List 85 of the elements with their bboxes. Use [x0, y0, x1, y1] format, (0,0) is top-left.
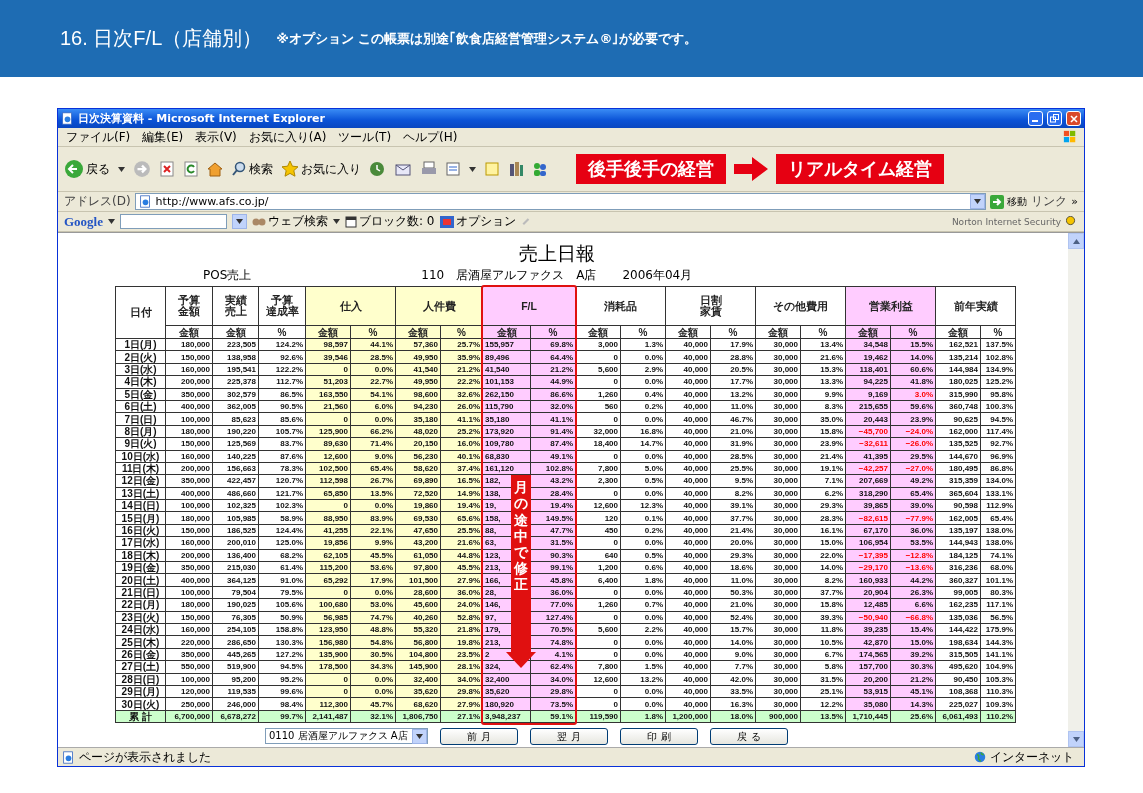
dropdown-caret-icon	[469, 166, 476, 172]
store-select[interactable]: 0110 居酒屋アルファクス A店	[265, 728, 428, 745]
report-title: 売上日報	[517, 242, 596, 266]
banner-title: 16. 日次F/L（店舗別）	[60, 26, 263, 51]
refresh-icon[interactable]	[183, 161, 199, 177]
search-icon	[231, 161, 247, 177]
close-icon	[1069, 114, 1078, 123]
nav-button[interactable]: 翌 月	[530, 728, 608, 746]
star-icon	[281, 160, 299, 178]
zone-label: インターネット	[990, 748, 1075, 766]
column-header: 日付	[115, 286, 166, 339]
dropdown-caret-icon	[416, 733, 423, 739]
dropdown-caret-icon	[118, 166, 125, 172]
column-header: 前年実績	[935, 286, 1016, 326]
column-header: F/L	[482, 286, 576, 326]
page-icon	[61, 112, 74, 125]
favorites-button[interactable]: お気に入り	[281, 160, 361, 178]
source-label: POS売上	[203, 267, 252, 284]
mail-icon[interactable]	[393, 161, 413, 177]
links-label[interactable]: リンク	[1031, 193, 1068, 210]
close-button[interactable]	[1066, 111, 1081, 126]
menu-item[interactable]: ツール(T)	[336, 128, 394, 146]
scroll-up-icon	[1072, 238, 1080, 244]
menu-item[interactable]: ヘルプ(H)	[401, 128, 460, 146]
store-label: 110 居酒屋アルファクス A店	[421, 267, 597, 284]
stop-icon[interactable]	[159, 161, 175, 177]
edit-icon[interactable]	[445, 161, 461, 177]
nav-button[interactable]: 前 月	[440, 728, 518, 746]
people-icon[interactable]	[532, 161, 548, 177]
google-search-field[interactable]	[120, 214, 227, 229]
column-header: 人件費	[395, 286, 483, 326]
restore-icon	[1050, 114, 1059, 123]
dropdown-caret-icon	[108, 219, 115, 224]
dropdown-caret-icon	[974, 199, 982, 204]
page-icon	[138, 195, 152, 208]
column-header: 予算 金額	[165, 286, 213, 326]
scrollbar[interactable]	[1068, 233, 1084, 747]
web-search-button[interactable]: ウェブ検索	[252, 213, 328, 230]
go-button[interactable]: 移動	[990, 194, 1028, 209]
google-logo[interactable]: Google	[64, 213, 103, 230]
address-label: アドレス(D)	[64, 193, 131, 210]
minimize-button[interactable]	[1028, 111, 1043, 126]
nav-button[interactable]: 戻 る	[710, 728, 788, 746]
column-header: 予算 達成率	[258, 286, 306, 326]
books-icon[interactable]	[508, 161, 524, 177]
flag-logo-icon	[1062, 130, 1078, 144]
print-icon[interactable]	[421, 161, 437, 177]
menu-item[interactable]: お気に入り(A)	[246, 128, 329, 146]
go-arrow-icon	[990, 194, 1005, 209]
month-label: 2006年04月	[622, 267, 693, 284]
callout-label: 後手後手の経営	[576, 154, 726, 184]
search-button[interactable]: 検索	[231, 160, 273, 178]
window-icon	[345, 215, 357, 228]
arrow-icon	[734, 157, 768, 181]
column-header: 消耗品	[575, 286, 666, 326]
status-message: ページが表示されました	[79, 748, 211, 766]
address-field[interactable]: http://www.afs.co.jp/	[134, 193, 987, 210]
column-header: 営業利益	[845, 286, 936, 326]
menu-item[interactable]: 編集(E)	[140, 128, 186, 146]
scroll-down-icon	[1072, 736, 1080, 742]
restore-button[interactable]	[1047, 111, 1062, 126]
more-chevron[interactable]: »	[1071, 195, 1078, 208]
options-button[interactable]: オプション	[439, 213, 516, 230]
menu-item[interactable]: ファイル(F)	[64, 128, 133, 146]
window-title: 日次決算資料 - Microsoft Internet Explorer	[78, 111, 326, 126]
norton-label[interactable]: Norton Internet Security	[951, 216, 1061, 227]
history-icon[interactable]	[369, 161, 385, 177]
norton-icon[interactable]	[1066, 215, 1078, 228]
globe-icon	[974, 751, 986, 763]
column-header: その他費用	[755, 286, 846, 326]
dropdown-caret-icon	[236, 219, 243, 224]
callout-label: リアルタイム経営	[776, 154, 944, 184]
home-icon[interactable]	[207, 161, 223, 177]
options-icon	[439, 215, 454, 228]
back-button[interactable]: 戻る	[64, 159, 110, 179]
nav-button[interactable]: 印 刷	[620, 728, 698, 746]
page-icon	[62, 750, 75, 764]
banner-note: ※オプション この帳票は別途｢飲食店経営管理システム®｣が必要です。	[276, 29, 698, 48]
dropdown-caret-icon	[333, 219, 340, 224]
forward-icon[interactable]	[133, 160, 151, 178]
popup-block-button[interactable]: ブロック数: 0	[345, 213, 435, 230]
column-header: 実績 売上	[212, 286, 259, 326]
menu-item[interactable]: 表示(V)	[193, 128, 239, 146]
column-header: 日割 家賃	[665, 286, 756, 326]
column-header: 仕入	[305, 286, 396, 326]
